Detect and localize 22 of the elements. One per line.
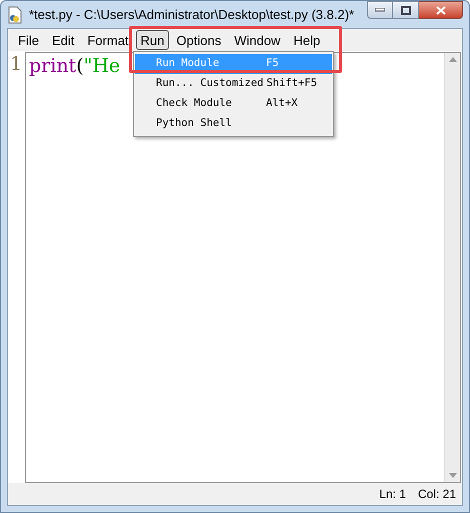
menu-item[interactable]: Edit (46, 30, 80, 50)
maximize-icon (400, 6, 410, 14)
menu-item[interactable]: Run (136, 30, 170, 50)
close-button[interactable] (419, 1, 463, 19)
menu-option[interactable]: Python Shell (135, 114, 332, 134)
column-indicator: Col: 21 (418, 486, 456, 503)
menu-option[interactable]: Check Module Alt+X (135, 94, 332, 114)
menu-item[interactable]: Window (228, 30, 286, 50)
maximize-button[interactable] (393, 1, 419, 19)
menu-item[interactable]: Format (81, 30, 135, 50)
minimize-icon (375, 8, 385, 12)
menu-option[interactable]: Run... Customized Shift+F5 (135, 74, 332, 94)
minimize-button[interactable] (367, 1, 393, 19)
line-number: 1 (10, 55, 22, 77)
menu-item[interactable]: File (12, 30, 45, 50)
menu-item[interactable]: Help (287, 30, 326, 50)
code-line: print("He (29, 55, 120, 77)
close-icon (436, 6, 446, 14)
window-title: *test.py - C:\Users\Administrator\Desktop\test.py (3.8.2)* (29, 6, 354, 24)
menu-item[interactable]: Options (170, 30, 228, 50)
python-file-icon (7, 6, 23, 24)
line-indicator: Ln: 1 (379, 486, 406, 503)
